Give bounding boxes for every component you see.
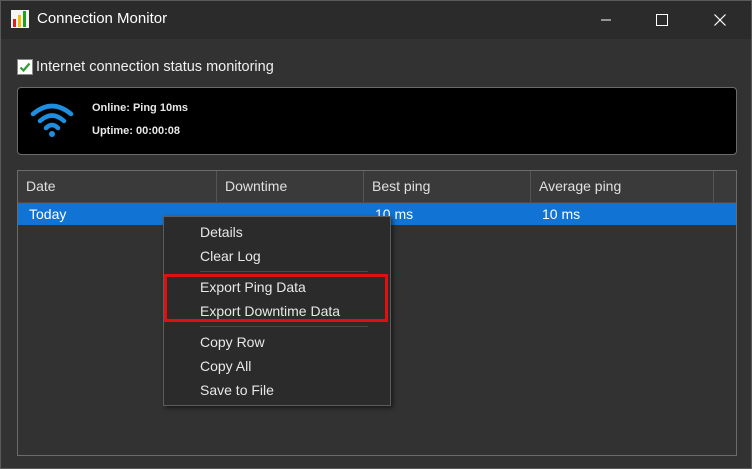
menu-item-copy-all[interactable]: Copy All [200,358,251,374]
window-title: Connection Monitor [37,10,168,27]
export-items-highlight [164,274,388,322]
menu-item-clear-log[interactable]: Clear Log [200,248,261,264]
close-icon [714,14,726,26]
table-header: Date Downtime Best ping Average ping [18,171,736,203]
maximize-icon [656,14,668,26]
column-header-date[interactable]: Date [18,171,217,202]
menu-item-save-to-file[interactable]: Save to File [200,382,274,398]
column-header-filler [714,171,736,202]
cell-average-ping: 10 ms [542,206,581,222]
app-bars-icon [11,10,29,28]
monitoring-toggle[interactable]: Internet connection status monitoring [17,57,274,77]
column-header-downtime[interactable]: Downtime [217,171,364,202]
column-header-best-ping[interactable]: Best ping [364,171,531,202]
online-status: Online: Ping 10ms [92,102,188,114]
menu-separator [200,271,368,272]
minimize-button[interactable] [583,1,629,39]
menu-item-copy-row[interactable]: Copy Row [200,334,265,350]
monitoring-label[interactable]: Internet connection status monitoring [36,59,274,75]
close-button[interactable] [697,1,743,39]
title-bar: Connection Monitor [1,1,751,39]
status-panel: Online: Ping 10ms Uptime: 00:00:08 [17,87,737,155]
checkmark-icon [19,62,31,73]
maximize-button[interactable] [639,1,685,39]
wifi-icon [30,103,74,137]
column-header-average-ping[interactable]: Average ping [531,171,714,202]
menu-item-details[interactable]: Details [200,224,243,240]
menu-separator [200,326,368,327]
uptime-status: Uptime: 00:00:08 [92,125,181,137]
monitoring-checkbox[interactable] [17,59,33,75]
minimize-icon [601,19,611,21]
cell-date: Today [29,206,67,222]
